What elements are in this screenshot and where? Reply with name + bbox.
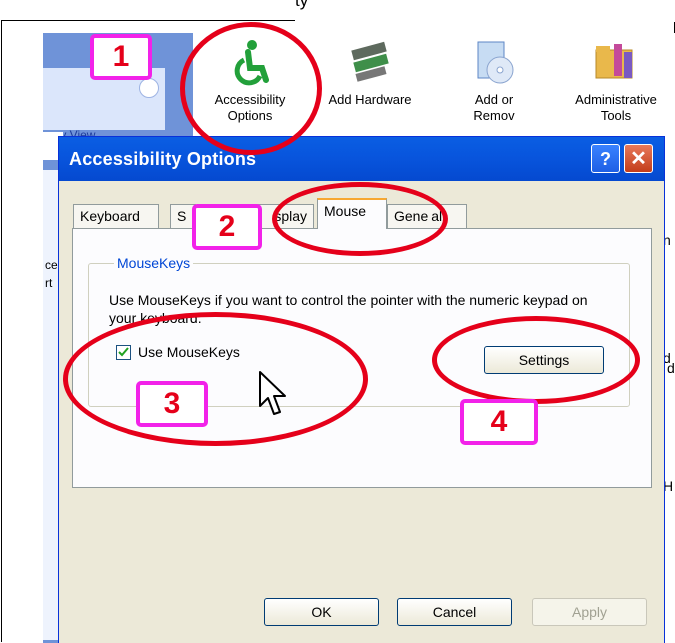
frame-top-caption: ty xyxy=(295,0,675,22)
dialog-title: Accessibility Options xyxy=(69,149,257,169)
cancel-button[interactable]: Cancel xyxy=(397,598,512,626)
close-button[interactable]: ✕ xyxy=(624,144,653,173)
administrative-tools-item[interactable]: Administrative Tools xyxy=(560,38,672,124)
item-label: Tools xyxy=(600,108,632,123)
dialog-titlebar[interactable]: Accessibility Options ? ✕ xyxy=(59,137,664,181)
highlight-ellipse-settings xyxy=(432,316,640,404)
collapse-chevron-icon[interactable] xyxy=(139,78,159,98)
step-badge-3: 3 xyxy=(136,381,208,427)
highlight-ellipse-mouse-tab xyxy=(272,182,448,256)
step-badge-4: 4 xyxy=(460,399,538,445)
highlight-ellipse-use-mousekeys xyxy=(63,312,368,446)
item-label: Administrative xyxy=(575,92,657,107)
ok-button[interactable]: OK xyxy=(264,598,379,626)
add-hardware-item[interactable]: Add Hardware xyxy=(320,38,420,108)
item-label: Remov xyxy=(473,108,515,123)
highlight-ellipse-accessibility xyxy=(180,22,322,155)
sidebar-text-fragment: rt xyxy=(45,276,53,290)
apply-button[interactable]: Apply xyxy=(532,598,647,626)
help-button[interactable]: ? xyxy=(591,144,620,173)
item-label: Add or xyxy=(474,92,514,107)
mousekeys-group-title: MouseKeys xyxy=(114,255,194,271)
tab-keyboard[interactable]: Keyboard xyxy=(73,204,159,228)
cd-icon xyxy=(470,38,518,86)
item-label: Add Hardware xyxy=(328,92,412,107)
step-badge-1: 1 xyxy=(90,34,152,80)
hardware-icon xyxy=(346,38,394,86)
step-badge-2: 2 xyxy=(192,204,262,250)
folder-tools-icon xyxy=(592,38,640,86)
edge-text-fragment: d xyxy=(667,360,675,376)
sidebar-text-fragment: ce xyxy=(45,258,58,272)
caption-fragment: ty xyxy=(295,0,309,10)
add-remove-programs-item[interactable]: Add or Remov xyxy=(444,38,544,124)
